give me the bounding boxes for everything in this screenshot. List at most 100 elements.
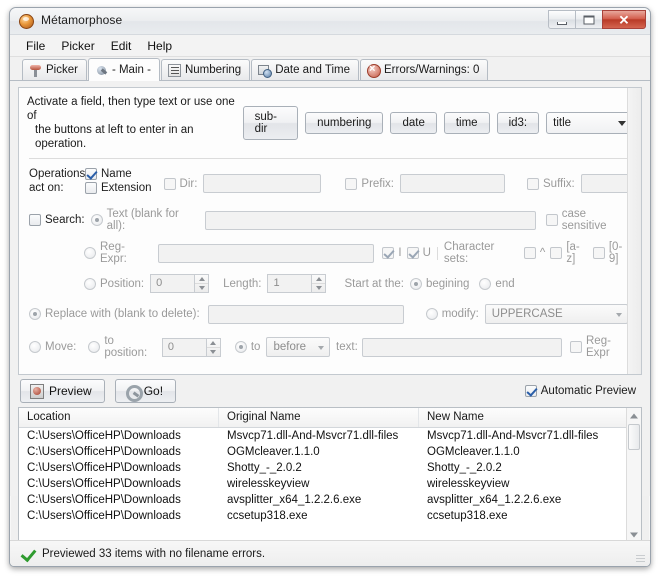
file-list-vertical-scrollbar[interactable] — [626, 408, 641, 542]
length-value[interactable]: 1 — [267, 274, 312, 293]
tab-main[interactable]: - Main - — [87, 58, 160, 81]
tab-picker-label: Picker — [46, 64, 78, 76]
menu-picker[interactable]: Picker — [53, 37, 102, 55]
search-text-radio[interactable] — [90, 214, 103, 226]
time-button[interactable]: time — [443, 112, 490, 134]
extension-checkbox[interactable] — [85, 182, 97, 194]
hint-text: Activate a field, then type text or use … — [27, 95, 239, 151]
operations-label: Operations act on: — [29, 167, 85, 195]
search-text-input[interactable] — [204, 210, 536, 230]
prefix-input[interactable] — [400, 174, 505, 193]
length-stepper-buttons[interactable] — [311, 274, 327, 293]
column-header-original-name[interactable]: Original Name — [219, 408, 419, 427]
position-value[interactable]: 0 — [150, 274, 195, 293]
menu-file[interactable]: File — [18, 37, 53, 55]
start-beginning-radio[interactable] — [409, 277, 422, 290]
length-stepper[interactable]: 1 — [267, 274, 327, 293]
move-label: Move: — [45, 341, 77, 353]
position-radio[interactable] — [84, 277, 96, 290]
regexpr-flag-i-checkbox[interactable] — [382, 247, 395, 259]
options-panel-scrollbar[interactable] — [627, 88, 641, 374]
column-header-new-name[interactable]: New Name — [419, 408, 619, 427]
name-checkbox-row[interactable]: Name — [85, 167, 152, 181]
prefix-checkbox[interactable] — [345, 177, 358, 190]
move-to-radio[interactable] — [234, 341, 247, 353]
close-button[interactable]: ✕ — [602, 10, 646, 29]
search-checkbox[interactable] — [29, 214, 41, 226]
move-to-select[interactable]: before — [266, 337, 331, 357]
move-text-input[interactable] — [361, 337, 562, 357]
tab-content-main: Activate a field, then type text or use … — [10, 81, 650, 560]
maximize-button[interactable] — [575, 10, 603, 29]
move-regexpr-checkbox[interactable] — [570, 341, 582, 353]
suffix-checkbox[interactable] — [527, 177, 539, 190]
tab-date-and-time[interactable]: Date and Time — [251, 59, 359, 80]
sub-dir-button[interactable]: sub-dir — [242, 106, 299, 140]
tab-picker[interactable]: Picker — [22, 59, 87, 80]
cell-location: C:\Users\OfficeHP\Downloads — [27, 446, 181, 458]
id3-button[interactable]: id3: — [496, 112, 540, 134]
case-sensitive-checkbox[interactable] — [545, 214, 558, 226]
name-checkbox[interactable] — [85, 168, 97, 180]
extension-checkbox-row[interactable]: Extension — [85, 181, 152, 195]
cell-original-name: wirelesskeyview — [227, 478, 310, 490]
replace-input[interactable] — [207, 304, 404, 324]
table-row[interactable]: C:\Users\OfficeHP\Downloads avsplitter_x… — [19, 492, 641, 508]
charset-caret-checkbox[interactable] — [523, 247, 536, 259]
id3-field-select[interactable]: title — [546, 112, 633, 134]
insert-at-position-label: at position: — [101, 374, 154, 375]
regexpr-flag-u-checkbox[interactable] — [406, 247, 419, 259]
cell-new-name: avsplitter_x64_1.2.2.6.exe — [427, 494, 562, 506]
position-row: Position: 0 Length: 1 Start at the: begi… — [19, 274, 641, 293]
replace-radio[interactable] — [29, 308, 41, 320]
charset-09-checkbox[interactable] — [592, 247, 605, 259]
table-row[interactable]: C:\Users\OfficeHP\Downloads Msvcp71.dll-… — [19, 428, 641, 444]
table-row[interactable]: C:\Users\OfficeHP\Downloads Shotty_-_2.0… — [19, 460, 641, 476]
menu-bar: File Picker Edit Help — [10, 35, 650, 57]
table-row[interactable]: C:\Users\OfficeHP\Downloads wirelesskeyv… — [19, 476, 641, 492]
search-regexpr-label: Reg-Expr: — [100, 241, 127, 265]
move-to-position-radio[interactable] — [88, 341, 101, 353]
go-button-label: Go! — [143, 384, 164, 398]
start-end-radio[interactable] — [479, 277, 492, 290]
prefix-label: Prefix: — [361, 177, 394, 190]
numbering-button[interactable]: numbering — [305, 112, 384, 134]
scroll-up-icon[interactable] — [627, 408, 641, 423]
position-stepper[interactable]: 0 — [150, 274, 210, 293]
move-radio[interactable] — [29, 341, 41, 353]
vertical-scroll-thumb[interactable] — [628, 424, 640, 450]
column-header-location[interactable]: Location — [19, 408, 219, 427]
move-position-stepper-buttons[interactable] — [205, 337, 221, 357]
options-panel: Activate a field, then type text or use … — [18, 87, 642, 375]
search-regexpr-input[interactable] — [157, 243, 375, 263]
dir-input[interactable] — [203, 174, 322, 193]
menu-help[interactable]: Help — [139, 37, 180, 55]
charset-az-checkbox[interactable] — [550, 247, 563, 259]
modify-label: modify: — [441, 308, 479, 320]
go-button[interactable]: Go! — [114, 379, 177, 403]
move-position-stepper[interactable]: 0 — [161, 337, 221, 357]
date-button[interactable]: date — [390, 112, 437, 134]
tab-numbering[interactable]: Numbering — [160, 59, 251, 80]
dir-checkbox[interactable] — [163, 177, 176, 190]
prefix-group: Prefix: — [345, 174, 505, 193]
table-row[interactable]: C:\Users\OfficeHP\Downloads OGMcleaver.1… — [19, 444, 641, 460]
resize-grip[interactable] — [634, 551, 646, 563]
operations-label-line2: act on: — [29, 182, 64, 194]
minimize-button[interactable] — [548, 10, 576, 29]
search-regexpr-radio[interactable] — [84, 247, 96, 259]
tab-errors-warnings[interactable]: Errors/Warnings: 0 — [359, 59, 489, 80]
chevron-down-icon — [615, 313, 622, 317]
move-to-position-label: to position: — [104, 335, 148, 359]
automatic-preview-row[interactable]: Automatic Preview — [524, 385, 640, 397]
automatic-preview-checkbox[interactable] — [524, 385, 537, 397]
modify-radio[interactable] — [425, 308, 438, 320]
move-position-value[interactable]: 0 — [161, 337, 206, 357]
quick-insert-buttons: sub-dir numbering date time id3: title — [242, 106, 633, 140]
table-row[interactable]: C:\Users\OfficeHP\Downloads ccsetup318.e… — [19, 508, 641, 524]
length-up-icon — [312, 275, 326, 284]
menu-edit[interactable]: Edit — [103, 37, 140, 55]
modify-select[interactable]: UPPERCASE — [484, 304, 628, 324]
preview-button[interactable]: Preview — [20, 379, 105, 403]
position-stepper-buttons[interactable] — [194, 274, 210, 293]
